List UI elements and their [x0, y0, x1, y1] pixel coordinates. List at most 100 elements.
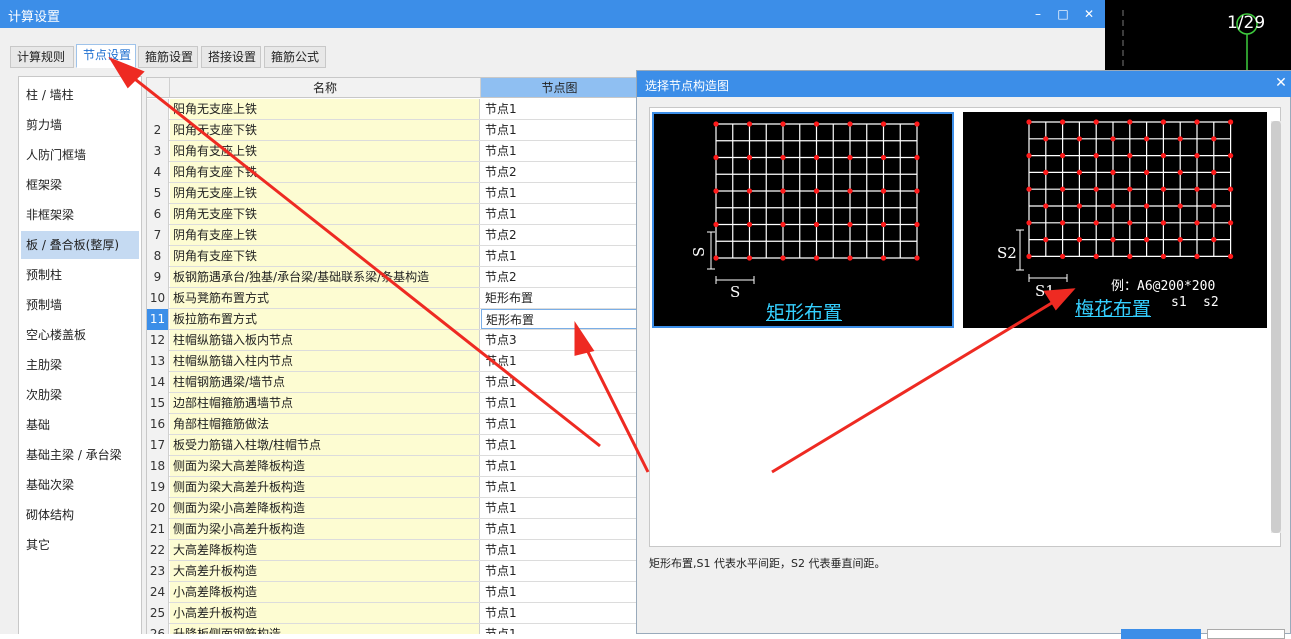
- table-row[interactable]: 2 阳角无支座下铁 节点1: [147, 120, 637, 141]
- row-node-cell[interactable]: 节点1: [481, 603, 637, 623]
- category-item[interactable]: 空心楼盖板: [21, 321, 139, 349]
- table-row[interactable]: 8 阴角有支座下铁 节点1: [147, 246, 637, 267]
- table-row[interactable]: 19 侧面为梁大高差升板构造 节点1: [147, 477, 637, 498]
- picture-scrollbar[interactable]: [1271, 121, 1281, 533]
- table-row[interactable]: 9 板钢筋遇承台/独基/承台梁/基础联系梁/条基构造 节点2: [147, 267, 637, 288]
- row-node-cell[interactable]: 节点1: [481, 456, 637, 476]
- category-item[interactable]: 剪力墙: [21, 111, 139, 139]
- tab-stirrup-settings[interactable]: 箍筋设置: [138, 46, 198, 68]
- tab-node-settings[interactable]: 节点设置: [76, 44, 136, 68]
- table-row[interactable]: 16 角部柱帽箍筋做法 节点1: [147, 414, 637, 435]
- category-item[interactable]: 板 / 叠合板(整厚): [21, 231, 139, 259]
- category-item[interactable]: 人防门框墙: [21, 141, 139, 169]
- row-name-cell: 阴角有支座上铁: [170, 225, 480, 245]
- table-row[interactable]: 20 侧面为梁小高差降板构造 节点1: [147, 498, 637, 519]
- category-item[interactable]: 基础次梁: [21, 471, 139, 499]
- row-node-cell[interactable]: 矩形布置: [481, 288, 637, 308]
- row-node-cell[interactable]: 节点1: [481, 393, 637, 413]
- table-row[interactable]: 25 小高差升板构造 节点1: [147, 603, 637, 624]
- category-item[interactable]: 其它: [21, 531, 139, 559]
- table-row[interactable]: 12 柱帽纵筋锚入板内节点 节点3: [147, 330, 637, 351]
- minimize-icon[interactable]: –: [1027, 4, 1049, 24]
- row-node-cell[interactable]: 节点3: [481, 330, 637, 350]
- table-row[interactable]: 22 大高差降板构造 节点1: [147, 540, 637, 561]
- table-row[interactable]: 14 柱帽钢筋遇梁/墙节点 节点1: [147, 372, 637, 393]
- node-column-header[interactable]: 节点图: [481, 78, 637, 98]
- row-name-cell: 柱帽纵筋锚入柱内节点: [170, 351, 480, 371]
- row-node-cell[interactable]: 节点1: [481, 246, 637, 266]
- row-node-cell[interactable]: 节点2: [481, 162, 637, 182]
- table-row[interactable]: 7 阴角有支座上铁 节点2: [147, 225, 637, 246]
- table-row[interactable]: 11 板拉筋布置方式 矩形布置: [147, 309, 637, 330]
- row-node-cell[interactable]: 节点1: [481, 99, 637, 119]
- category-item[interactable]: 柱 / 墙柱: [21, 81, 139, 109]
- category-item[interactable]: 框架梁: [21, 171, 139, 199]
- row-node-cell[interactable]: 矩形布置: [481, 309, 637, 329]
- table-row[interactable]: 阳角无支座上铁 节点1: [147, 99, 637, 120]
- row-name-cell: 阳角有支座上铁: [170, 141, 480, 161]
- row-number: 2: [147, 120, 169, 141]
- maximize-icon[interactable]: □: [1052, 4, 1074, 24]
- category-item[interactable]: 预制柱: [21, 261, 139, 289]
- row-node-cell[interactable]: 节点1: [481, 435, 637, 455]
- row-node-cell[interactable]: 节点2: [481, 225, 637, 245]
- category-item[interactable]: 基础主梁 / 承台梁: [21, 441, 139, 469]
- category-item[interactable]: 非框架梁: [21, 201, 139, 229]
- rebar-dot: [1093, 253, 1099, 259]
- row-number: 3: [147, 141, 169, 162]
- table-row[interactable]: 18 侧面为梁大高差降板构造 节点1: [147, 456, 637, 477]
- table-row[interactable]: 13 柱帽纵筋锚入柱内节点 节点1: [147, 351, 637, 372]
- rebar-dot: [1144, 203, 1150, 209]
- ok-button[interactable]: [1121, 629, 1201, 639]
- row-node-cell[interactable]: 节点1: [481, 561, 637, 581]
- row-node-cell[interactable]: 节点1: [481, 120, 637, 140]
- close-icon[interactable]: ✕: [1078, 4, 1100, 24]
- name-column-header[interactable]: 名称: [170, 78, 481, 98]
- category-item[interactable]: 次肋梁: [21, 381, 139, 409]
- option-plum-layout[interactable]: S2 S1 例：A6@200*200 s1 s2 梅花布置: [963, 112, 1267, 328]
- option-rect-layout[interactable]: S S 矩形布置: [652, 112, 954, 328]
- tab-lap-settings[interactable]: 搭接设置: [201, 46, 261, 68]
- category-item[interactable]: 砌体结构: [21, 501, 139, 529]
- rebar-dot: [1060, 253, 1066, 259]
- category-item[interactable]: 基础: [21, 411, 139, 439]
- row-node-cell[interactable]: 节点1: [481, 183, 637, 203]
- row-node-cell[interactable]: 节点1: [481, 624, 637, 634]
- dialog-close-icon[interactable]: ✕: [1272, 74, 1290, 92]
- table-row[interactable]: 26 升降板侧面钢筋构造 节点1: [147, 624, 637, 634]
- rebar-dot: [780, 255, 786, 261]
- tab-stirrup-formula[interactable]: 箍筋公式: [264, 46, 326, 68]
- tab-calc-rules[interactable]: 计算规则: [10, 46, 74, 68]
- window-titlebar: 计算设置 – □ ✕: [0, 0, 1105, 28]
- rebar-dot: [1060, 220, 1066, 226]
- row-node-cell[interactable]: 节点1: [481, 498, 637, 518]
- table-row[interactable]: 17 板受力筋锚入柱墩/柱帽节点 节点1: [147, 435, 637, 456]
- row-node-cell[interactable]: 节点1: [481, 351, 637, 371]
- table-row[interactable]: 21 侧面为梁小高差升板构造 节点1: [147, 519, 637, 540]
- row-node-cell[interactable]: 节点1: [481, 372, 637, 392]
- table-row[interactable]: 15 边部柱帽箍筋遇墙节点 节点1: [147, 393, 637, 414]
- table-row[interactable]: 4 阳角有支座下铁 节点2: [147, 162, 637, 183]
- table-row[interactable]: 6 阴角无支座下铁 节点1: [147, 204, 637, 225]
- row-node-cell[interactable]: 节点1: [481, 204, 637, 224]
- category-item[interactable]: 预制墙: [21, 291, 139, 319]
- table-row[interactable]: 5 阴角无支座上铁 节点1: [147, 183, 637, 204]
- scrollbar-thumb[interactable]: [1271, 121, 1281, 533]
- row-node-cell[interactable]: 节点1: [481, 540, 637, 560]
- table-row[interactable]: 24 小高差降板构造 节点1: [147, 582, 637, 603]
- row-node-cell[interactable]: 节点2: [481, 267, 637, 287]
- row-node-cell[interactable]: 节点1: [481, 582, 637, 602]
- row-node-cell[interactable]: 节点1: [481, 141, 637, 161]
- node-description: 矩形布置,S1 代表水平间距，S2 代表垂直间距。: [649, 557, 886, 570]
- table-row[interactable]: 10 板马凳筋布置方式 矩形布置: [147, 288, 637, 309]
- rebar-dot: [1043, 237, 1049, 243]
- cancel-button[interactable]: [1207, 629, 1285, 639]
- row-number: 8: [147, 246, 169, 267]
- row-node-cell[interactable]: 节点1: [481, 477, 637, 497]
- tab-label: 箍筋设置: [145, 50, 194, 64]
- category-item[interactable]: 主肋梁: [21, 351, 139, 379]
- row-node-cell[interactable]: 节点1: [481, 519, 637, 539]
- table-row[interactable]: 3 阳角有支座上铁 节点1: [147, 141, 637, 162]
- table-row[interactable]: 23 大高差升板构造 节点1: [147, 561, 637, 582]
- row-node-cell[interactable]: 节点1: [481, 414, 637, 434]
